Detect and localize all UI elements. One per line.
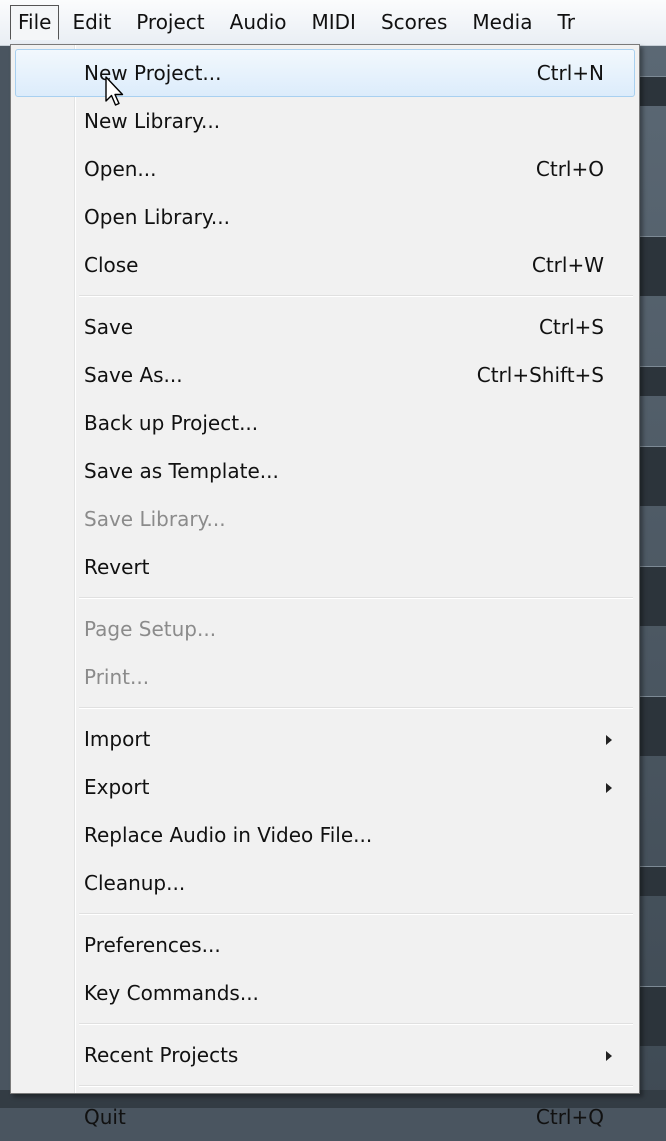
menu-item-shortcut: Ctrl+Shift+S: [476, 363, 604, 387]
menu-edit[interactable]: Edit: [60, 5, 123, 40]
menu-item-replace-audio[interactable]: Replace Audio in Video File...: [15, 811, 635, 859]
file-menu-dropdown: New Project... Ctrl+N New Library... Ope…: [10, 44, 640, 1129]
menu-item-label: Quit: [84, 1105, 126, 1129]
menu-project[interactable]: Project: [124, 5, 216, 40]
menu-item-label: Save As...: [84, 363, 183, 387]
menu-item-label: Open Library...: [84, 205, 230, 229]
background-panel-strip: [636, 236, 666, 296]
file-menu-items: New Project... Ctrl+N New Library... Ope…: [11, 49, 639, 1141]
menu-separator: [11, 701, 639, 715]
menu-item-recent-projects[interactable]: Recent Projects: [15, 1031, 635, 1079]
menu-item-label: Save Library...: [84, 507, 226, 531]
menu-separator: [11, 907, 639, 921]
menu-item-label: Save: [84, 315, 134, 339]
submenu-arrow-icon: [606, 1051, 612, 1061]
menu-item-print: Print...: [15, 653, 635, 701]
menu-item-label: Print...: [84, 665, 150, 689]
menu-item-label: Open...: [84, 157, 157, 181]
menu-item-label: Cleanup...: [84, 871, 186, 895]
background-panel-strip: [636, 866, 666, 896]
menu-audio[interactable]: Audio: [218, 5, 299, 40]
menu-separator: [11, 1017, 639, 1031]
menu-item-shortcut: Ctrl+N: [536, 61, 604, 85]
menu-item-shortcut: Ctrl+S: [538, 315, 604, 339]
menu-item-label: Key Commands...: [84, 981, 259, 1005]
mouse-pointer-icon: [105, 76, 124, 106]
menu-separator: [11, 591, 639, 605]
background-app-panel: [636, 46, 666, 1108]
menu-item-label: New Library...: [84, 109, 221, 133]
menu-midi[interactable]: MIDI: [300, 5, 368, 40]
background-panel-strip: [636, 566, 666, 626]
menu-item-label: Preferences...: [84, 933, 221, 957]
menu-item-import[interactable]: Import: [15, 715, 635, 763]
menu-item-label: Close: [84, 253, 139, 277]
menu-item-export[interactable]: Export: [15, 763, 635, 811]
menu-item-preferences[interactable]: Preferences...: [15, 921, 635, 969]
menu-item-key-commands[interactable]: Key Commands...: [15, 969, 635, 1017]
menu-item-save-as-template[interactable]: Save as Template...: [15, 447, 635, 495]
menu-item-quit[interactable]: Quit Ctrl+Q: [15, 1093, 635, 1141]
background-panel-strip: [636, 366, 666, 396]
menu-separator: [11, 1079, 639, 1093]
menu-item-label: Replace Audio in Video File...: [84, 823, 373, 847]
menu-item-revert[interactable]: Revert: [15, 543, 635, 591]
menu-file[interactable]: File: [10, 5, 60, 40]
menu-item-open[interactable]: Open... Ctrl+O: [15, 145, 635, 193]
background-panel-strip: [636, 696, 666, 756]
menu-scores[interactable]: Scores: [369, 5, 459, 40]
menu-item-save-as[interactable]: Save As... Ctrl+Shift+S: [15, 351, 635, 399]
background-panel-strip: [636, 76, 666, 106]
menu-item-shortcut: Ctrl+O: [535, 157, 604, 181]
menu-item-label: Import: [84, 727, 151, 751]
menu-item-label: Revert: [84, 555, 150, 579]
menu-item-label: Page Setup...: [84, 617, 217, 641]
menu-separator: [11, 289, 639, 303]
menu-item-label: Recent Projects: [84, 1043, 239, 1067]
menu-item-cleanup[interactable]: Cleanup...: [15, 859, 635, 907]
menu-media[interactable]: Media: [460, 5, 544, 40]
menu-transport[interactable]: Tr: [545, 5, 587, 40]
menu-item-close[interactable]: Close Ctrl+W: [15, 241, 635, 289]
menu-bar: File Edit Project Audio MIDI Scores Medi…: [0, 0, 666, 46]
menu-item-label: Back up Project...: [84, 411, 259, 435]
background-panel-strip: [636, 986, 666, 1046]
menu-item-save[interactable]: Save Ctrl+S: [15, 303, 635, 351]
menu-item-back-up-project[interactable]: Back up Project...: [15, 399, 635, 447]
submenu-arrow-icon: [606, 735, 612, 745]
menu-item-label: Export: [84, 775, 150, 799]
menu-item-shortcut: Ctrl+W: [531, 253, 604, 277]
submenu-arrow-icon: [606, 783, 612, 793]
menu-item-label: Save as Template...: [84, 459, 279, 483]
menu-item-shortcut: Ctrl+Q: [535, 1105, 604, 1129]
menu-item-save-library: Save Library...: [15, 495, 635, 543]
menu-item-page-setup: Page Setup...: [15, 605, 635, 653]
background-panel-strip: [636, 446, 666, 506]
menu-item-open-library[interactable]: Open Library...: [15, 193, 635, 241]
